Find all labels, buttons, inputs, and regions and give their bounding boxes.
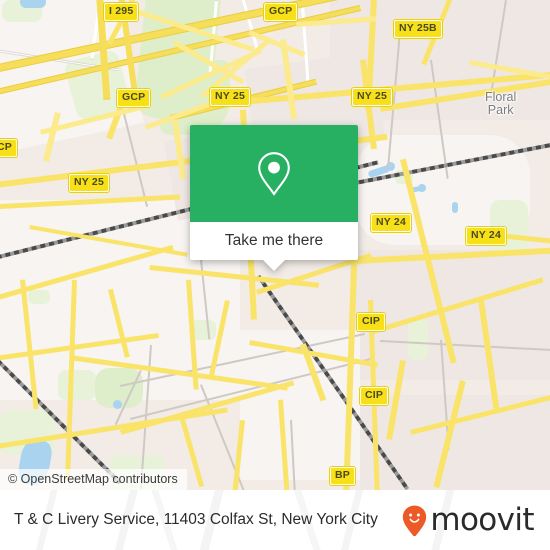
footer-bar: T & C Livery Service, 11403 Colfax St, N… [0, 490, 550, 550]
water-body [452, 202, 458, 213]
road-shield: NY 25 [209, 87, 251, 107]
take-me-there-label: Take me there [224, 232, 324, 249]
map-canvas[interactable]: I 295 GCP NY 25B GCP NY 25 NY 25 CP NY 25 NY 24 N… [0, 0, 550, 490]
road-shield: NY 25 [68, 173, 110, 193]
moovit-pin-smiley-icon [403, 505, 427, 536]
park-area [28, 290, 50, 304]
road-shield: NY 25 [351, 87, 393, 107]
moovit-wordmark: moovit [430, 501, 534, 538]
road-shield: CIP [358, 386, 390, 406]
popup-tail-pointer [263, 260, 285, 271]
map-pin-icon [258, 151, 290, 196]
road-shield: GCP [115, 88, 152, 108]
road-shield: BP [329, 466, 356, 486]
road-shield: I 295 [102, 2, 140, 22]
road-shield: CIP [355, 312, 387, 332]
location-popup-card[interactable]: Take me there [190, 125, 358, 271]
osm-attribution[interactable]: © OpenStreetMap contributors [0, 469, 187, 490]
park-area [58, 370, 96, 400]
moovit-brand[interactable]: moovit [402, 501, 535, 538]
popup-action-bar[interactable]: Take me there [190, 222, 358, 271]
place-label: Floral Park [485, 91, 516, 117]
road-shield: NY 24 [465, 226, 507, 246]
location-title: T & C Livery Service, 11403 Colfax St, N… [14, 511, 378, 528]
road-shield: NY 25B [393, 19, 443, 39]
map-screenshot: I 295 GCP NY 25B GCP NY 25 NY 25 CP NY 25 NY 24 N… [0, 0, 550, 550]
park-area [408, 318, 428, 360]
road-shield: NY 24 [370, 213, 412, 233]
road-shield: CP [0, 138, 18, 158]
water-body [20, 0, 46, 8]
water-body [113, 400, 122, 409]
road-shield: GCP [262, 2, 299, 22]
popup-image-panel [190, 125, 358, 222]
water-body [418, 184, 426, 192]
place-label-line: Park [487, 103, 514, 117]
